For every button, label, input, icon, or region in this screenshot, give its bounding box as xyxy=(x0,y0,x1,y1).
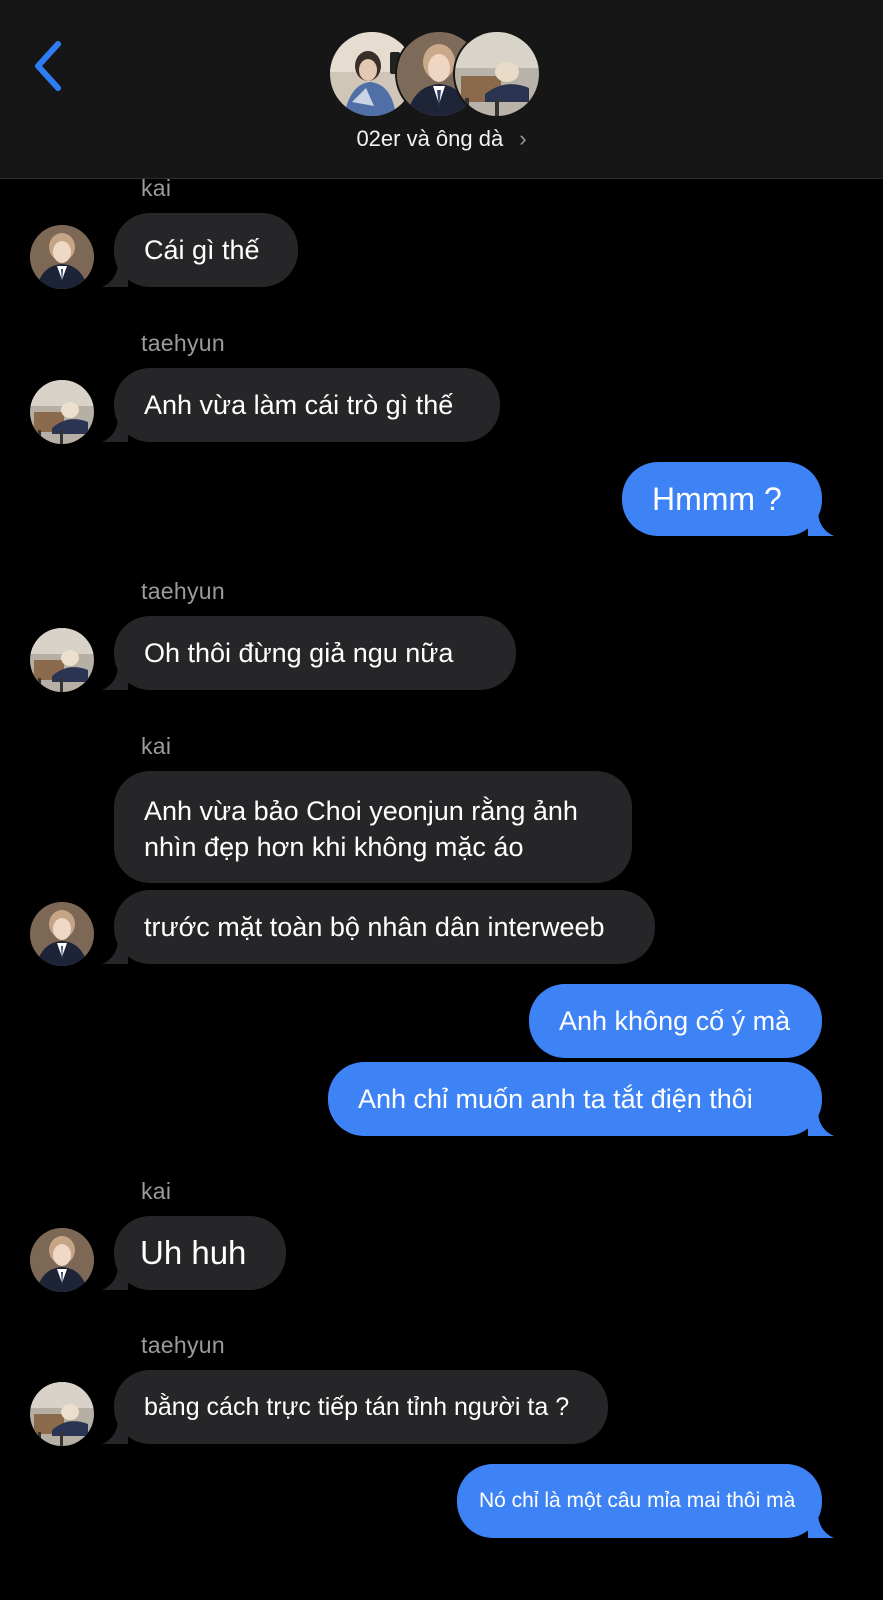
message-text: trước mặt toàn bộ nhân dân interweeb xyxy=(144,912,605,942)
kai-avatar-image xyxy=(30,902,94,966)
sender-name: taehyun xyxy=(141,578,225,604)
message-text: Nó chỉ là một câu mỉa mai thôi mà xyxy=(479,1489,796,1512)
message-bubble-incoming[interactable]: Anh vừa làm cái trò gì thế xyxy=(114,368,500,442)
message-text: Cái gì thế xyxy=(144,235,260,265)
bubble-tail xyxy=(808,514,834,536)
message-bubble-outgoing[interactable]: Anh chỉ muốn anh ta tắt điện thôi xyxy=(328,1062,822,1136)
group-name: 02er và ông dà xyxy=(356,126,504,151)
message-bubble-incoming[interactable]: Anh vừa bảo Choi yeonjun rằng ảnh nhìn đ… xyxy=(114,771,632,883)
message-bubble-outgoing[interactable]: Nó chỉ là một câu mỉa mai thôi mà xyxy=(457,1464,822,1538)
message-bubble-incoming[interactable]: Cái gì thế xyxy=(114,213,298,287)
group-avatar-3 xyxy=(453,30,541,118)
message-text: Anh vừa làm cái trò gì thế xyxy=(144,390,454,420)
bubble-tail xyxy=(808,1516,834,1538)
sender-name: taehyun xyxy=(141,330,225,356)
kai-avatar-image xyxy=(30,225,94,289)
message-text: Anh không cố ý mà xyxy=(559,1006,791,1036)
avatar[interactable] xyxy=(30,628,94,692)
avatar[interactable] xyxy=(30,380,94,444)
message-bubble-incoming[interactable]: bằng cách trực tiếp tán tỉnh người ta ? xyxy=(114,1370,608,1444)
message-text: Oh thôi đừng giả ngu nữa xyxy=(144,638,454,668)
sender-name: kai xyxy=(141,175,172,201)
sender-name: kai xyxy=(141,1178,172,1204)
message-text: Hmmm ? xyxy=(652,481,782,517)
message-bubble-incoming[interactable]: Uh huh xyxy=(114,1216,286,1290)
chevron-right-icon: › xyxy=(519,126,527,151)
avatar[interactable] xyxy=(30,1228,94,1292)
taehyun-avatar-image xyxy=(30,380,94,444)
avatar[interactable] xyxy=(30,225,94,289)
sender-name: taehyun xyxy=(141,1332,225,1358)
bubble-tail xyxy=(102,1268,128,1290)
bubble-tail xyxy=(102,1422,128,1444)
bubble-tail xyxy=(102,420,128,442)
message-text: bằng cách trực tiếp tán tỉnh người ta ? xyxy=(144,1393,570,1421)
bubble-tail xyxy=(102,942,128,964)
sender-name: kai xyxy=(141,733,172,759)
bubble-tail xyxy=(102,265,128,287)
message-bubble-incoming[interactable]: trước mặt toàn bộ nhân dân interweeb xyxy=(114,890,655,964)
message-text: Anh chỉ muốn anh ta tắt điện thôi xyxy=(358,1084,753,1114)
avatar[interactable] xyxy=(30,1382,94,1446)
message-text-line: nhìn đẹp hơn khi không mặc áo xyxy=(144,832,524,862)
group-name-link[interactable]: 02er và ông dà › xyxy=(0,126,883,156)
message-bubble-outgoing[interactable]: Hmmm ? xyxy=(622,462,822,536)
chat-header: 02er và ông dà › xyxy=(0,0,883,179)
group-avatars[interactable] xyxy=(0,30,883,118)
message-text-line: Anh vừa bảo Choi yeonjun rằng ảnh xyxy=(144,796,578,826)
message-bubble-outgoing[interactable]: Anh không cố ý mà xyxy=(529,984,822,1058)
bubble-tail xyxy=(102,668,128,690)
message-text: Uh huh xyxy=(140,1234,247,1271)
taehyun-avatar-image xyxy=(30,628,94,692)
message-bubble-incoming[interactable]: Oh thôi đừng giả ngu nữa xyxy=(114,616,516,690)
avatar[interactable] xyxy=(30,902,94,966)
taehyun-avatar-image xyxy=(30,1382,94,1446)
kai-avatar-image xyxy=(30,1228,94,1292)
bubble-tail xyxy=(808,1114,834,1136)
